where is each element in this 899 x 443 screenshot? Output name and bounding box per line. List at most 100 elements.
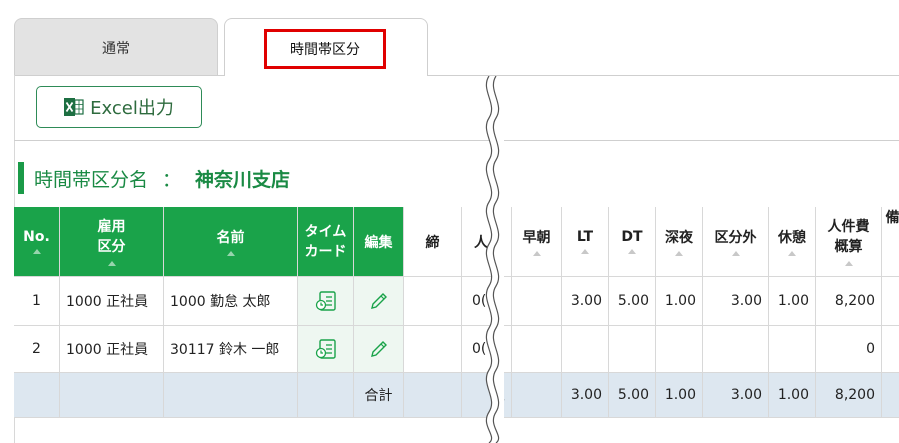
sort-icon [532, 251, 541, 256]
header-timecard-line2: カード [304, 243, 347, 260]
header-outside[interactable]: 区分外 [703, 207, 769, 277]
row2-edit-button[interactable] [354, 326, 404, 373]
header-no[interactable]: No. [14, 207, 60, 277]
sort-icon [226, 251, 235, 256]
header-night-label: 深夜 [665, 230, 693, 246]
section-value: 神奈川支店 [195, 168, 291, 191]
header-break-label: 休憩 [778, 230, 806, 246]
header-name[interactable]: 名前 [164, 207, 298, 277]
row2-name-value: 30117 鈴木 一郎 [170, 342, 280, 358]
header-employment[interactable]: 雇用 区分 [60, 207, 164, 277]
sort-icon [628, 249, 636, 254]
header-break[interactable]: 休憩 [769, 207, 816, 277]
total-outside-value: 3.00 [730, 387, 762, 403]
header-dt-label: DT [621, 229, 643, 245]
row2-no-value: 2 [32, 341, 41, 357]
row1-break: 1.00 [769, 277, 816, 326]
row1-name: 1000 勤怠 太郎 [164, 277, 298, 326]
row1-no: 1 [14, 277, 60, 326]
header-employment-line2: 区分 [97, 239, 126, 255]
section-label: 時間帯区分名 [34, 168, 149, 191]
header-labor-line2: 概算 [834, 239, 863, 255]
sort-icon [107, 261, 116, 266]
tab-time-category-label: 時間帯区分 [290, 42, 360, 58]
row2-employment: 1000 正社員 [60, 326, 164, 373]
row2-name: 30117 鈴木 一郎 [164, 326, 298, 373]
header-edit-label: 編集 [364, 234, 393, 251]
total-dt-value: 5.00 [617, 387, 649, 403]
header-lt-label: LT [576, 229, 594, 245]
header-dt[interactable]: DT [609, 207, 656, 277]
section-title: 時間帯区分名 ： 神奈川支店 [18, 162, 290, 194]
header-employment-line1: 雇用 [97, 219, 126, 235]
total-break: 1.00 [769, 373, 816, 418]
row1-close [404, 277, 462, 326]
row1-night: 1.00 [656, 277, 703, 326]
row2-break [769, 326, 816, 373]
sort-icon [788, 251, 796, 256]
header-remarks[interactable]: 備 [882, 207, 899, 277]
timecard-icon [315, 339, 336, 359]
total-break-value: 1.00 [777, 387, 809, 403]
row1-night-value: 1.00 [664, 293, 696, 309]
row1-edit-button[interactable] [354, 277, 404, 326]
header-labor-line1: 人件費 [827, 219, 870, 235]
total-dt: 5.00 [609, 373, 656, 418]
row1-labor-value: 8,200 [834, 293, 875, 309]
tab-normal-label: 通常 [102, 40, 130, 57]
header-early[interactable]: 早朝 [512, 207, 562, 277]
row2-labor: 0 [816, 326, 882, 373]
row1-timecard-button[interactable] [298, 277, 354, 326]
tab-time-category-highlight[interactable]: 時間帯区分 [264, 29, 386, 69]
row2-labor-value: 0 [866, 341, 875, 357]
row1-outside: 3.00 [703, 277, 769, 326]
row1-name-value: 1000 勤怠 太郎 [170, 294, 271, 310]
tab-bar: 通常 [14, 18, 899, 76]
total-labor-value: 8,200 [834, 387, 875, 403]
row1-early [512, 277, 562, 326]
excel-export-button[interactable]: Excel出力 [36, 86, 202, 128]
row2-outside [703, 326, 769, 373]
timecard-icon [315, 291, 336, 311]
excel-icon [64, 98, 84, 116]
total-no [14, 373, 60, 418]
header-timecard-line1: タイム [304, 223, 347, 240]
attendance-table: No. 雇用 区分 名前 タイム カード 編集 締 人 早朝 LT DT 深夜 区分… [14, 207, 899, 418]
header-night[interactable]: 深夜 [656, 207, 703, 277]
row2-no: 2 [14, 326, 60, 373]
pencil-icon [370, 293, 387, 309]
total-lt-value: 3.00 [570, 387, 602, 403]
total-lt: 3.00 [562, 373, 609, 418]
header-remarks-label: 備 [885, 210, 899, 226]
total-close [404, 373, 462, 418]
total-remarks [882, 373, 899, 418]
sort-icon [675, 251, 683, 256]
total-labor: 8,200 [816, 373, 882, 418]
total-employment [60, 373, 164, 418]
omission-break-line [485, 76, 504, 443]
sort-icon [32, 249, 41, 254]
row2-remarks [882, 326, 899, 373]
row2-lt [562, 326, 609, 373]
row1-dt-value: 5.00 [617, 293, 649, 309]
total-timecard [298, 373, 354, 418]
row2-dt [609, 326, 656, 373]
total-night-value: 1.00 [664, 387, 696, 403]
row1-lt: 3.00 [562, 277, 609, 326]
total-night: 1.00 [656, 373, 703, 418]
excel-export-label: Excel出力 [90, 98, 174, 119]
tab-normal[interactable]: 通常 [14, 18, 218, 76]
header-labor[interactable]: 人件費 概算 [816, 207, 882, 277]
total-label-cell: 合計 [354, 373, 404, 418]
header-timecard: タイム カード [298, 207, 354, 277]
header-lt[interactable]: LT [562, 207, 609, 277]
toolbar-divider [14, 140, 899, 141]
header-name-label: 名前 [216, 230, 245, 246]
row2-timecard-button[interactable] [298, 326, 354, 373]
header-close-label: 締 [425, 234, 440, 251]
header-no-label: No. [23, 229, 50, 245]
sort-icon [844, 261, 853, 266]
header-edit: 編集 [354, 207, 404, 277]
row2-night [656, 326, 703, 373]
header-close[interactable]: 締 [404, 207, 462, 277]
